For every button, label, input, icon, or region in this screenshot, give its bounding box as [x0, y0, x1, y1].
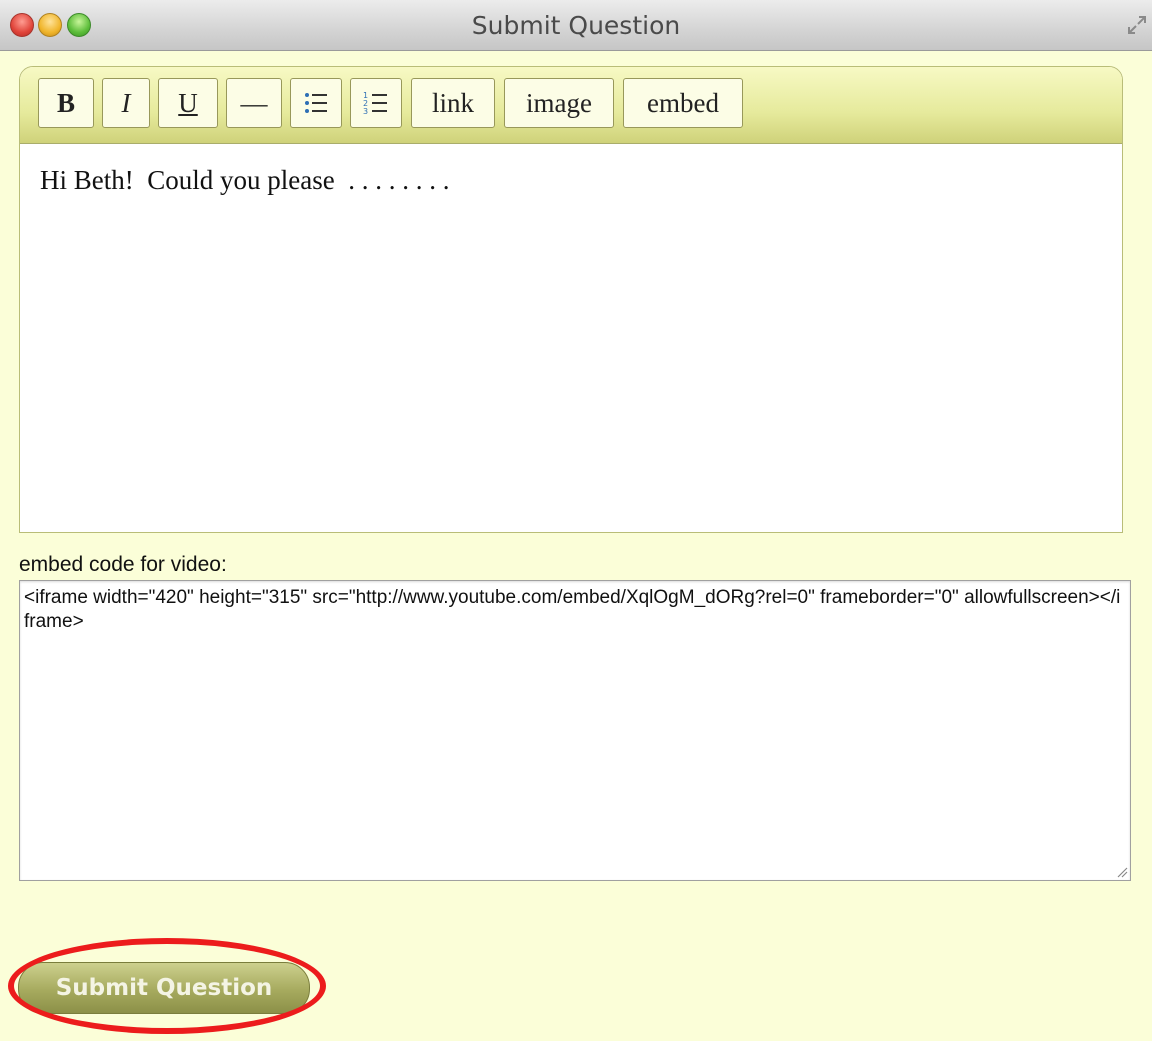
bulleted-list-button[interactable]	[290, 78, 342, 128]
horizontal-rule-icon: —	[240, 87, 268, 118]
italic-button[interactable]: I	[102, 78, 150, 128]
editor-toolbar: B I U — 1 2 3 link image embed	[20, 67, 1122, 144]
underline-icon: U	[178, 87, 198, 118]
embed-button-label: embed	[647, 87, 719, 118]
window-titlebar: Submit Question	[0, 0, 1152, 51]
link-button-label: link	[431, 87, 474, 118]
embed-button[interactable]: embed	[623, 78, 743, 128]
bold-button[interactable]: B	[38, 78, 94, 128]
submit-question-button[interactable]: Submit Question	[18, 962, 310, 1014]
numbered-list-button[interactable]: 1 2 3	[350, 78, 402, 128]
resize-grip-icon[interactable]	[1114, 864, 1128, 878]
svg-text:3: 3	[363, 107, 368, 116]
link-button[interactable]: link	[411, 78, 495, 128]
embed-code-textarea[interactable]: <iframe width="420" height="315" src="ht…	[19, 580, 1131, 881]
image-button[interactable]: image	[504, 78, 614, 128]
bold-icon: B	[56, 87, 75, 118]
numbered-list-icon: 1 2 3	[363, 91, 387, 116]
embed-code-value: <iframe width="420" height="315" src="ht…	[24, 587, 1121, 632]
italic-icon: I	[121, 87, 131, 118]
bulleted-list-icon	[305, 93, 327, 113]
submit-question-label: Submit Question	[55, 975, 273, 1001]
embed-code-label: embed code for video:	[19, 553, 227, 576]
rich-text-editor: B I U — 1 2 3 link image embed Hi Beth! …	[19, 66, 1123, 533]
fullscreen-icon[interactable]	[1126, 14, 1148, 36]
editor-content[interactable]: Hi Beth! Could you please . . . . . . . …	[40, 165, 1102, 196]
image-button-label: image	[526, 87, 592, 118]
horizontal-rule-button[interactable]: —	[226, 78, 282, 128]
underline-button[interactable]: U	[158, 78, 218, 128]
window-title: Submit Question	[471, 11, 681, 40]
